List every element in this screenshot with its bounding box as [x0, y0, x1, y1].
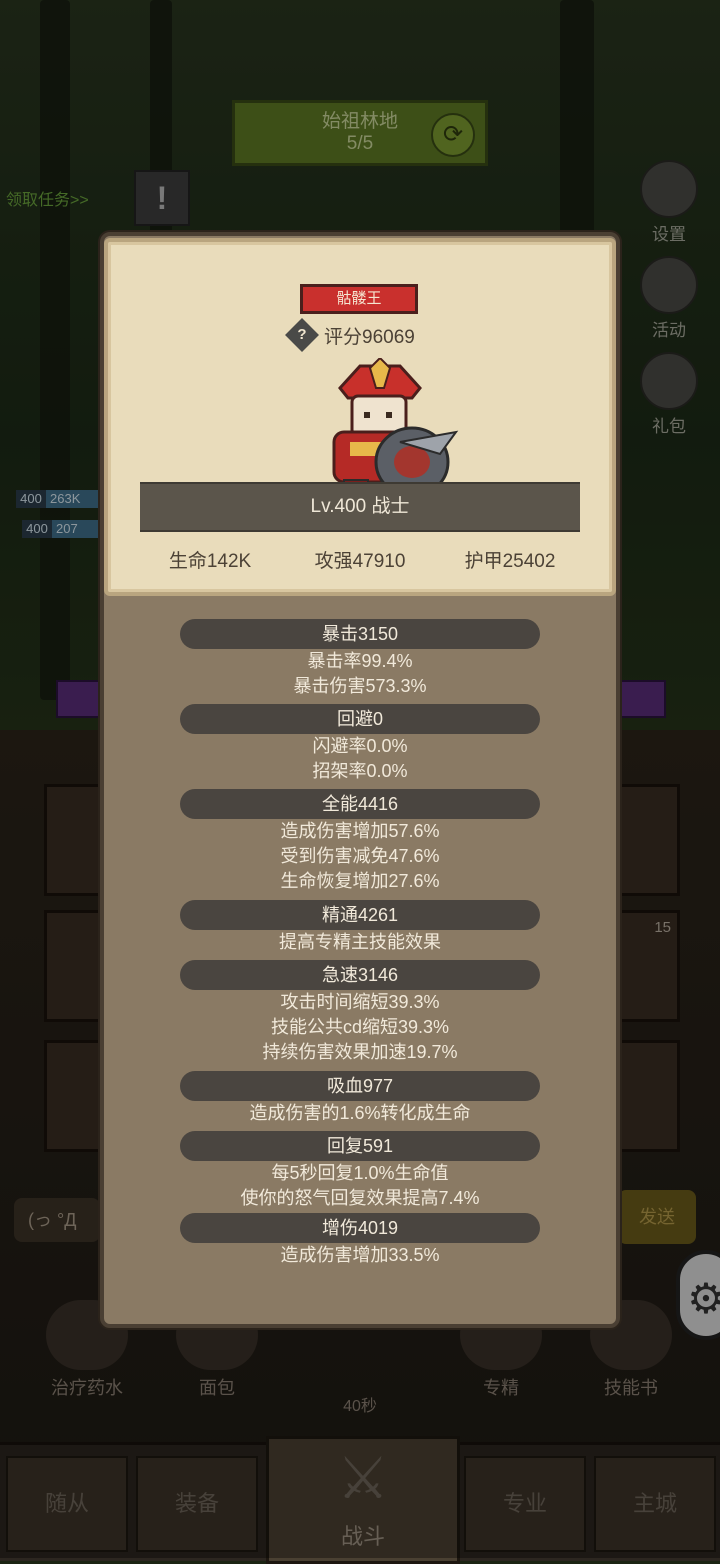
stat-header-regen: 回复591: [180, 1131, 540, 1161]
armor-stat: 护甲25402: [464, 551, 556, 572]
stat-line: 持续伤害效果加速19.7%: [262, 1042, 458, 1062]
stat-line: 提高专精主技能效果: [279, 932, 441, 952]
stat-line: 暴击伤害573.3%: [293, 676, 427, 696]
stat-header-haste: 急速3146: [180, 960, 540, 990]
stat-header-damage-increase: 增伤4019: [180, 1213, 540, 1243]
stat-line: 使你的怒气回复效果提高7.4%: [240, 1188, 480, 1208]
rating-score: 评分96069: [324, 326, 415, 348]
title-badge: 骷髅王: [300, 284, 418, 314]
stat-header-avoidance: 回避0: [180, 704, 540, 734]
help-icon[interactable]: ?: [285, 318, 319, 352]
stat-line: 造成伤害增加33.5%: [280, 1245, 440, 1265]
stat-header-mastery: 精通4261: [180, 900, 540, 930]
stat-header-crit: 暴击3150: [180, 619, 540, 649]
stat-line: 生命恢复增加27.6%: [280, 871, 440, 891]
stat-header-lifesteal: 吸血977: [180, 1071, 540, 1101]
stat-line: 造成伤害的1.6%转化成生命: [249, 1103, 471, 1123]
rating-row: ? 评分96069: [285, 318, 415, 352]
stat-line: 攻击时间缩短39.3%: [280, 992, 440, 1012]
stat-line: 暴击率99.4%: [307, 651, 413, 671]
attack-stat: 攻强47910: [314, 551, 406, 572]
stat-line: 造成伤害增加57.6%: [280, 821, 440, 841]
stat-line: 每5秒回复1.0%生命值: [271, 1163, 449, 1183]
level-class-bar: Lv.400 战士: [140, 482, 580, 532]
hp-stat: 生命142K: [168, 551, 252, 572]
stat-line: 闪避率0.0%: [312, 736, 408, 756]
stat-line: 招架率0.0%: [312, 761, 408, 781]
stat-header-versatility: 全能4416: [180, 789, 540, 819]
stat-line: 技能公共cd缩短39.3%: [270, 1017, 450, 1037]
stat-line: 受到伤害减免47.6%: [280, 846, 440, 866]
